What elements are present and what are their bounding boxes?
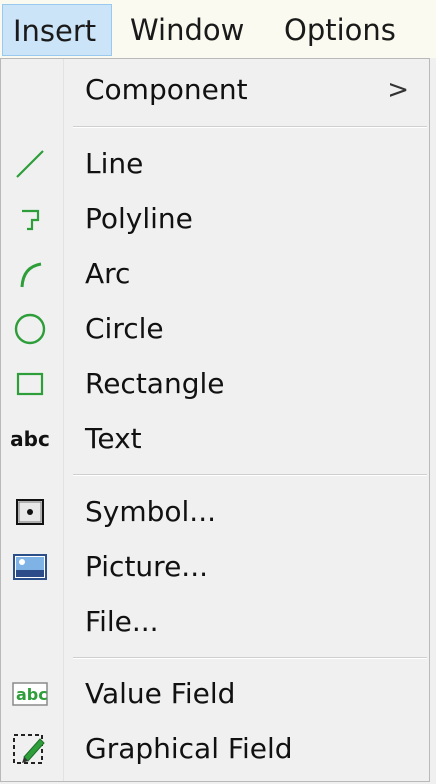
menu-item-file[interactable]: File...	[3, 597, 427, 647]
symbol-icon	[9, 495, 51, 529]
polyline-icon	[9, 202, 51, 236]
menu-item-label: Symbol...	[85, 495, 217, 528]
menu-item-label: Circle	[85, 312, 164, 345]
menu-item-circle[interactable]: Circle	[3, 304, 427, 354]
menu-item-text[interactable]: abc Text	[3, 414, 427, 464]
graphical-field-icon	[9, 732, 51, 766]
menu-item-label: Value Field	[85, 677, 236, 710]
menu-item-label: Rectangle	[85, 367, 225, 400]
menu-item-line[interactable]: Line	[3, 139, 427, 189]
circle-icon	[9, 312, 51, 346]
menu-item-polyline[interactable]: Polyline	[3, 194, 427, 244]
arc-icon	[9, 257, 51, 291]
menu-window[interactable]: Window	[120, 4, 260, 56]
menu-item-value-field[interactable]: abc Value Field	[3, 669, 427, 719]
menu-separator	[73, 657, 427, 659]
menu-item-component[interactable]: Component >	[3, 65, 427, 115]
menu-separator	[73, 474, 427, 476]
menu-item-label: Polyline	[85, 202, 193, 235]
picture-icon	[9, 550, 51, 584]
text-icon: abc	[10, 427, 50, 451]
line-icon	[9, 147, 51, 181]
menu-insert[interactable]: Insert	[2, 4, 112, 56]
menu-item-arc[interactable]: Arc	[3, 249, 427, 299]
rectangle-icon	[9, 367, 51, 401]
menu-item-label: File...	[85, 605, 159, 638]
menu-item-label: Graphical Field	[85, 732, 293, 765]
svg-text:abc: abc	[16, 685, 48, 704]
menu-item-picture[interactable]: Picture...	[3, 542, 427, 592]
application-window: Insert Window Options Component > Line P…	[0, 0, 436, 784]
menu-item-label: Arc	[85, 257, 131, 290]
menu-item-symbol[interactable]: Symbol...	[3, 487, 427, 537]
menu-options[interactable]: Options	[274, 4, 414, 56]
insert-dropdown-menu: Component > Line Polyline Arc Circle Rec…	[0, 58, 430, 782]
menu-separator	[73, 126, 427, 128]
menu-item-label: Picture...	[85, 550, 208, 583]
submenu-arrow-icon: >	[387, 75, 409, 105]
menu-item-label: Text	[85, 422, 142, 455]
menu-bar: Insert Window Options	[0, 0, 436, 58]
menu-item-label: Component	[85, 73, 248, 106]
menu-item-graphical-field[interactable]: Graphical Field	[3, 724, 427, 774]
menu-item-label: Line	[85, 147, 144, 180]
menu-item-rectangle[interactable]: Rectangle	[3, 359, 427, 409]
value-field-icon: abc	[9, 677, 51, 711]
